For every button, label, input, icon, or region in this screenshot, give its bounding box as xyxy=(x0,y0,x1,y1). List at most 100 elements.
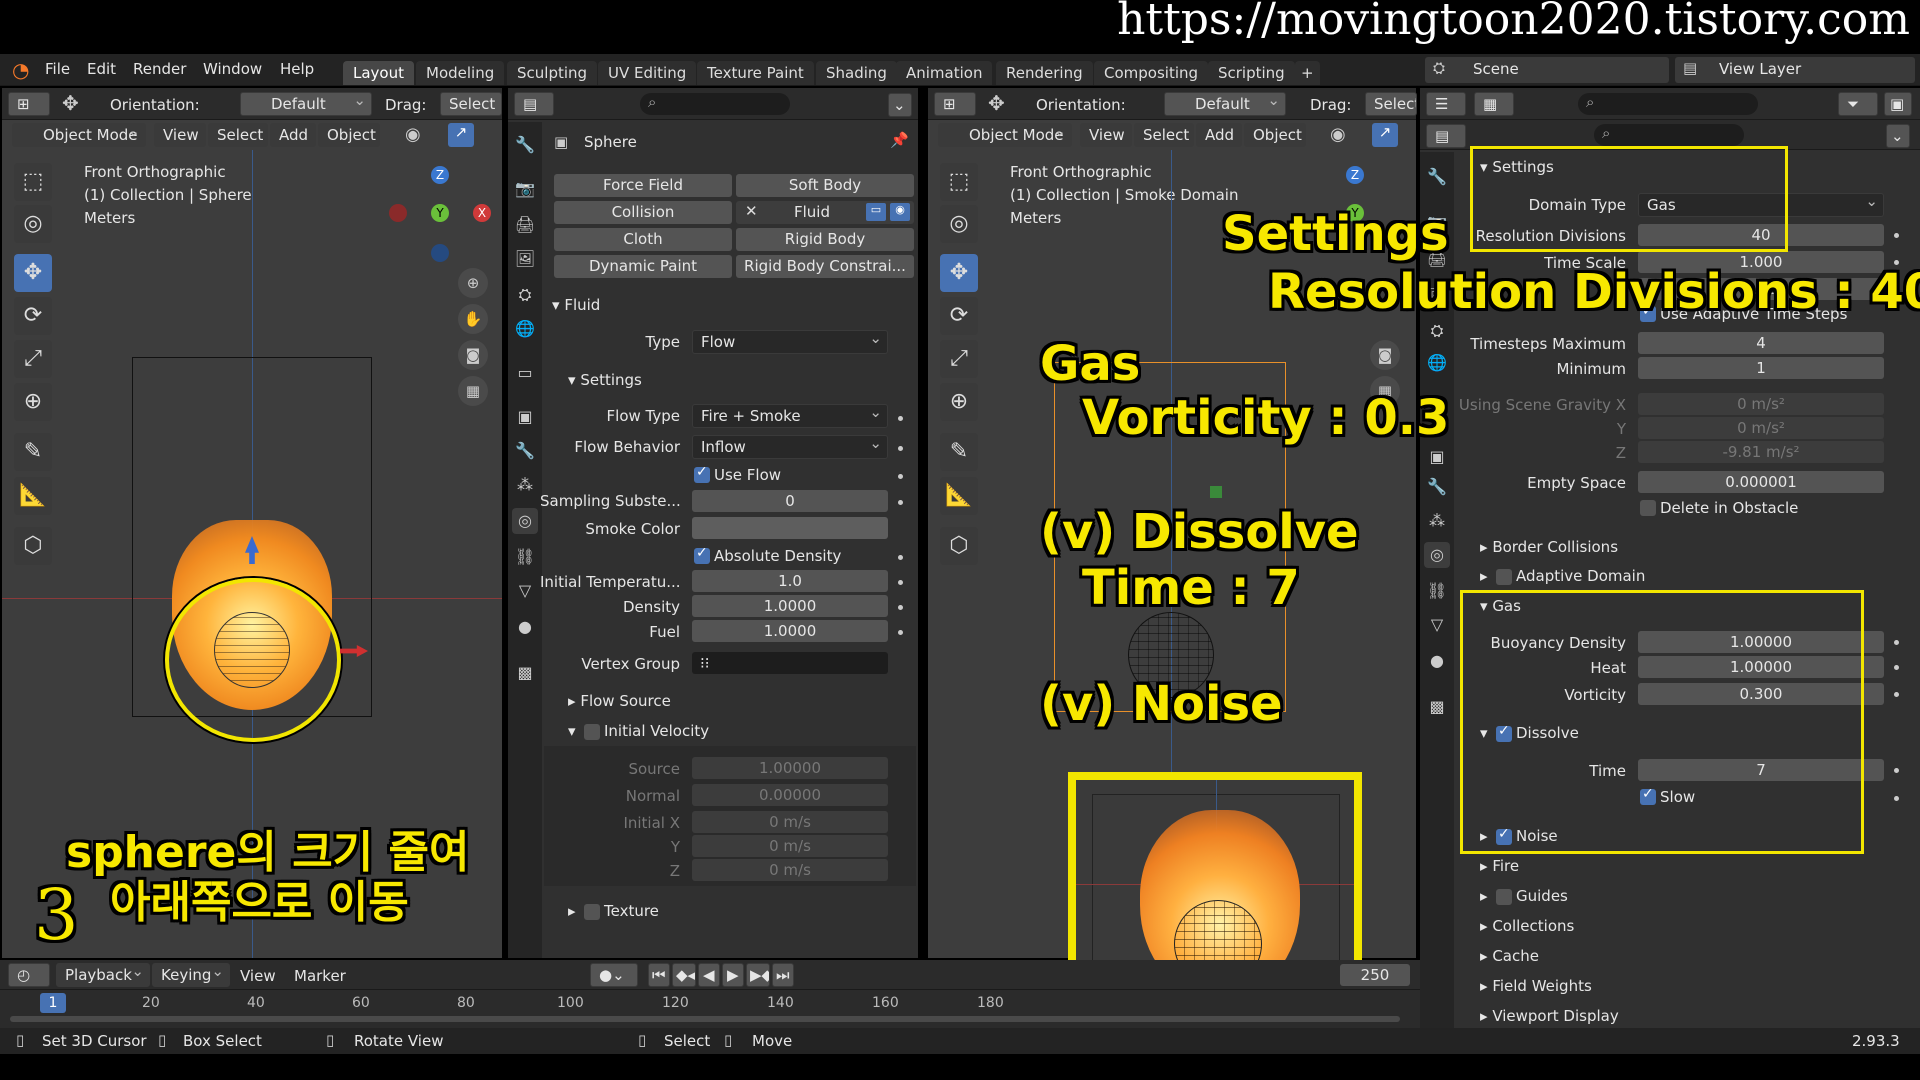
delete-obstacle-checkbox[interactable] xyxy=(1640,500,1656,516)
playback-menu[interactable]: Playback xyxy=(56,963,150,987)
keyframe-dot[interactable] xyxy=(1894,640,1899,645)
outliner-filter-mode[interactable]: ▦ xyxy=(1474,92,1514,116)
keyframe-dot[interactable] xyxy=(1894,233,1899,238)
add-workspace-button[interactable]: + xyxy=(1295,61,1320,85)
menu-file[interactable]: File xyxy=(45,60,70,78)
initial-y-field[interactable]: 0 m/s xyxy=(692,835,888,857)
orientation-dropdown[interactable]: Default xyxy=(240,92,372,116)
scale-tool[interactable]: ⤢ xyxy=(14,340,52,378)
data-tab-icon[interactable]: ▽ xyxy=(512,578,538,604)
adaptive-domain-section[interactable]: ▸ xyxy=(1480,567,1488,585)
timeline-area[interactable] xyxy=(0,990,1420,1028)
flow-behavior-dropdown[interactable]: Inflow xyxy=(692,435,888,459)
tab-texture-paint[interactable]: Texture Paint xyxy=(697,61,814,85)
guides-section[interactable]: ▸ xyxy=(1480,887,1488,905)
tool-tab-icon[interactable]: 🔧 xyxy=(1424,164,1450,190)
outliner-editor-type[interactable]: ☰ xyxy=(1426,92,1466,116)
record-button[interactable]: ●⌄ xyxy=(590,963,638,987)
timeline-view-menu[interactable]: View xyxy=(240,967,276,985)
timesteps-min-field[interactable]: 1 xyxy=(1638,357,1884,379)
filter-icon[interactable]: ⏷ xyxy=(1838,92,1878,116)
view-menu[interactable]: View xyxy=(154,123,206,147)
timeline-scrollbar[interactable] xyxy=(10,1016,1400,1022)
physics-tab-icon[interactable]: ◎ xyxy=(1424,542,1450,568)
fire-section[interactable]: ▸ Fire xyxy=(1480,857,1519,875)
add-menu[interactable]: Add xyxy=(270,123,316,147)
play-reverse-button[interactable]: ◀ xyxy=(698,963,720,987)
properties-options-right[interactable]: ⌄ xyxy=(1886,124,1910,148)
tab-sculpting[interactable]: Sculpting xyxy=(507,61,598,85)
object-tab-icon[interactable]: ▣ xyxy=(512,404,538,430)
add-menu-right[interactable]: Add xyxy=(1196,123,1242,147)
cloth-button[interactable]: Cloth xyxy=(554,228,732,251)
keyframe-dot[interactable] xyxy=(898,630,903,635)
visibility-icon[interactable]: ◉ xyxy=(405,124,421,145)
fluid-button[interactable]: Fluid xyxy=(736,201,914,224)
adaptive-domain-checkbox[interactable] xyxy=(1496,569,1512,585)
dynamic-paint-button[interactable]: Dynamic Paint xyxy=(554,255,732,278)
navigation-gizmo[interactable]: Z Y X xyxy=(385,160,495,270)
gizmo-neg-z-icon[interactable] xyxy=(431,244,449,262)
keyframe-dot[interactable] xyxy=(1894,796,1899,801)
keyframe-dot[interactable] xyxy=(898,580,903,585)
physics-tab-icon[interactable]: ◎ xyxy=(512,508,538,534)
scene-tab-icon[interactable]: ⛭ xyxy=(512,282,538,308)
camera-icon[interactable]: ◙ xyxy=(458,340,488,370)
orientation-dropdown-right[interactable]: Default xyxy=(1164,92,1286,116)
annotate-tool-right[interactable]: ✎ xyxy=(940,433,978,471)
view-menu-right[interactable]: View xyxy=(1080,123,1132,147)
texture-tab-icon[interactable]: ▩ xyxy=(512,660,538,686)
end-frame-field[interactable]: 250 xyxy=(1340,964,1410,986)
keyframe-dot[interactable] xyxy=(898,474,903,479)
annotate-tool[interactable]: ✎ xyxy=(14,433,52,471)
collections-section[interactable]: ▸ Collections xyxy=(1480,917,1574,935)
modifier-tab-icon[interactable]: 🔧 xyxy=(512,438,538,464)
velocity-source-field[interactable]: 1.00000 xyxy=(692,757,888,779)
cache-section[interactable]: ▸ Cache xyxy=(1480,947,1539,965)
density-field[interactable]: 1.0000 xyxy=(692,595,888,617)
prev-keyframe-button[interactable]: ◆◀ xyxy=(672,963,696,987)
drag-dropdown[interactable]: Select B xyxy=(440,92,502,116)
pan-hand-icon[interactable]: ✋ xyxy=(458,304,488,334)
view-layer-selector[interactable]: ▤ View Layer xyxy=(1675,57,1915,83)
tool-tab-icon[interactable]: 🔧 xyxy=(512,132,538,158)
initial-velocity-section[interactable]: ▾ xyxy=(568,722,576,740)
menu-edit[interactable]: Edit xyxy=(87,60,116,78)
play-button[interactable]: ▶ xyxy=(722,963,744,987)
camera-icon-right[interactable]: ◙ xyxy=(1370,340,1400,370)
fluid-section-header[interactable]: ▾ Fluid xyxy=(552,296,600,314)
tab-compositing[interactable]: Compositing xyxy=(1094,61,1209,85)
timeline-editor-type[interactable]: ◴ xyxy=(8,963,50,987)
timesteps-max-field[interactable]: 4 xyxy=(1638,332,1884,354)
sampling-substeps-field[interactable]: 0 xyxy=(692,490,888,512)
rotate-tool[interactable]: ⟳ xyxy=(14,297,52,335)
move-tool[interactable]: ✥ xyxy=(14,254,52,292)
measure-tool-right[interactable]: 📐 xyxy=(940,477,978,515)
next-keyframe-button[interactable]: ▶◆ xyxy=(746,963,770,987)
render-tab-icon[interactable]: 📷 xyxy=(512,176,538,202)
menu-help[interactable]: Help xyxy=(280,60,314,78)
constraints-tab-icon[interactable]: ⛓ xyxy=(512,544,538,570)
rigid-body-constraint-button[interactable]: Rigid Body Constrai... xyxy=(736,255,914,278)
blender-logo-icon[interactable]: ◔ xyxy=(12,58,29,82)
tab-uv-editing[interactable]: UV Editing xyxy=(598,61,697,85)
editor-type-button[interactable]: ⊞ xyxy=(8,92,50,116)
keyframe-dot[interactable] xyxy=(898,416,903,421)
keying-menu[interactable]: Keying xyxy=(152,963,230,987)
current-frame-indicator[interactable]: 1 xyxy=(40,993,66,1013)
texture-checkbox[interactable] xyxy=(584,904,600,920)
keyframe-dot[interactable] xyxy=(1894,692,1899,697)
zoom-icon[interactable]: ⊕ xyxy=(458,268,488,298)
keyframe-dot[interactable] xyxy=(1894,665,1899,670)
new-collection-icon[interactable]: ▣ xyxy=(1884,92,1912,116)
drag-dropdown-right[interactable]: Select xyxy=(1365,92,1417,116)
select-box-tool[interactable]: ⬚ xyxy=(14,163,52,201)
fluid-viewport-toggle-icon[interactable]: ▭ xyxy=(866,203,886,221)
initial-z-field[interactable]: 0 m/s xyxy=(692,859,888,881)
properties-editor-type-right[interactable]: ▤ xyxy=(1426,124,1466,148)
keyframe-dot[interactable] xyxy=(898,500,903,505)
properties-editor-type[interactable]: ▤ xyxy=(514,92,554,116)
gravity-y-field[interactable]: 0 m/s² xyxy=(1638,417,1884,439)
use-flow-checkbox[interactable] xyxy=(694,464,710,483)
gizmo-neg-x-icon[interactable] xyxy=(389,204,407,222)
